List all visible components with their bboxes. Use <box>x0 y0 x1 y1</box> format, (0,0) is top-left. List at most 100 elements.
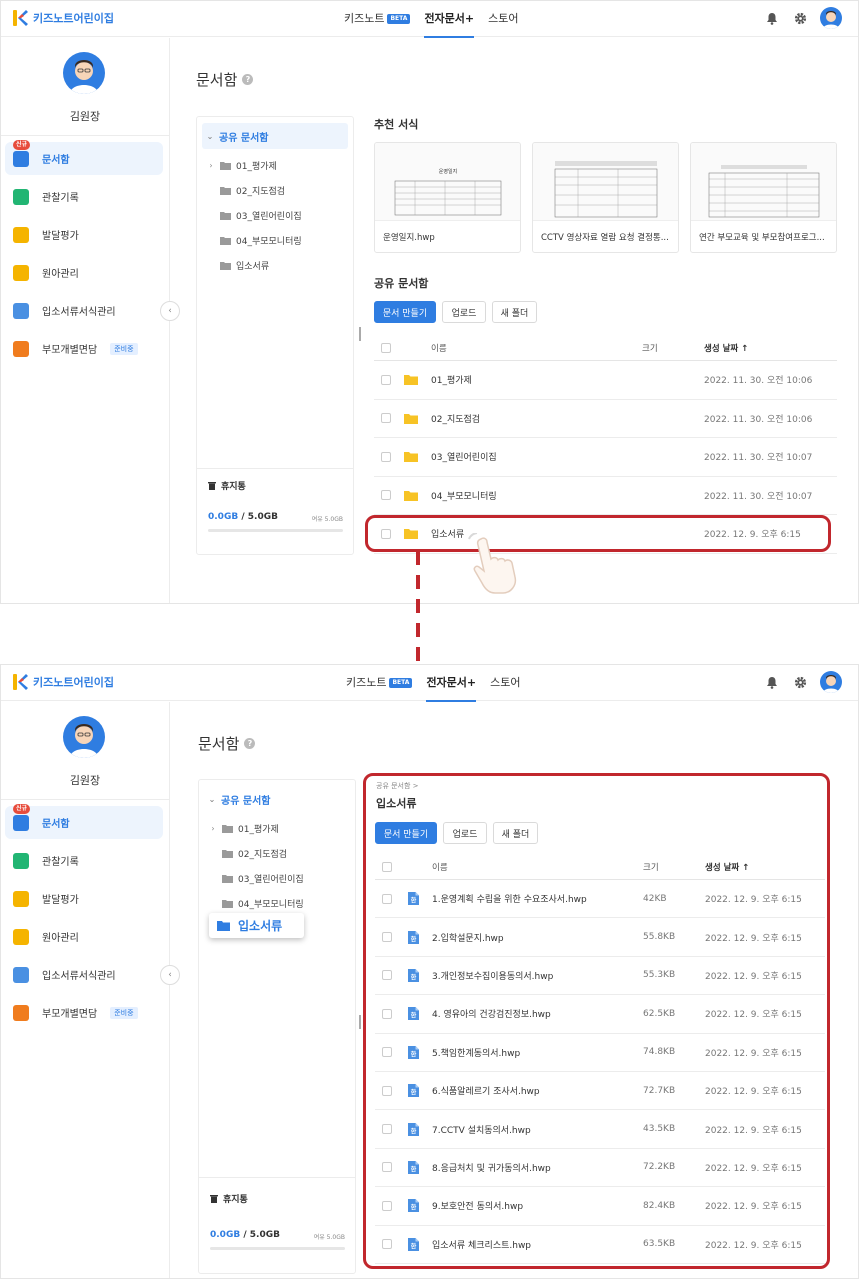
sidebar-item-observation[interactable]: 관찰기록 <box>5 844 163 877</box>
row-checkbox[interactable] <box>382 970 392 981</box>
file-row[interactable]: 한 5.책임한계동의서.hwp 74.8KB 2022. 12. 9. 오후 6:15 <box>375 1034 825 1072</box>
select-all-checkbox[interactable] <box>382 862 392 872</box>
column-date[interactable]: 생성 날짜 ↑ <box>705 855 749 879</box>
help-icon[interactable]: ? <box>242 74 254 85</box>
document-box-icon <box>13 150 29 167</box>
user-avatar[interactable] <box>820 671 842 693</box>
gear-icon[interactable] <box>792 674 808 690</box>
sidebar-item-development[interactable]: 발달평가 <box>5 882 163 915</box>
sidebar-item-children[interactable]: 원아관리 <box>5 256 163 289</box>
column-name[interactable]: 이름 <box>431 336 447 360</box>
folder-tree: ⌄ 공유 문서함 › 01_평가제 02_지도점검 03_열린어린이집 04_부모모… <box>196 116 354 555</box>
help-icon[interactable]: ? <box>244 738 256 749</box>
tree-item[interactable]: › 01_평가제 <box>199 816 355 841</box>
folder-row[interactable]: 03_열린어린이집 2022. 11. 30. 오전 10:07 <box>374 438 837 477</box>
upload-button[interactable]: 업로드 <box>443 822 487 844</box>
sidebar-collapse-button[interactable]: ‹ <box>160 965 180 985</box>
tree-item[interactable]: 입소서류 <box>197 253 353 278</box>
new-badge: 신규 <box>13 804 31 814</box>
resize-handle[interactable] <box>359 327 361 341</box>
row-checkbox[interactable] <box>382 1085 392 1096</box>
row-checkbox[interactable] <box>381 374 391 385</box>
row-checkbox[interactable] <box>382 1008 392 1019</box>
row-checkbox[interactable] <box>381 413 391 424</box>
sidebar-item-children[interactable]: 원아관리 <box>5 920 163 953</box>
sidebar-item-parent-meeting[interactable]: 부모개별면담 준비중 <box>5 996 163 1029</box>
resize-handle[interactable] <box>359 1015 361 1029</box>
gear-icon[interactable] <box>792 10 808 26</box>
tree-item[interactable]: 03_열린어린이집 <box>199 866 355 891</box>
nav-kidsnote[interactable]: 키즈노트 BETA <box>346 665 413 701</box>
tree-root-shared[interactable]: ⌄ 공유 문서함 <box>202 123 348 149</box>
new-folder-button[interactable]: 새 폴더 <box>492 301 537 323</box>
template-card[interactable]: 운영일지 운영일지.hwp <box>374 142 521 253</box>
breadcrumb[interactable]: 공유 문서함 > <box>376 781 419 791</box>
nav-store[interactable]: 스토어 <box>490 665 520 701</box>
bell-icon[interactable] <box>764 10 780 26</box>
row-checkbox[interactable] <box>382 1239 392 1250</box>
template-card[interactable]: CCTV 영상자료 열람 요청 결정통... <box>532 142 679 253</box>
trash-button[interactable]: 휴지통 <box>210 1192 248 1205</box>
column-name[interactable]: 이름 <box>432 855 448 879</box>
file-row[interactable]: 한 2.입학설문지.hwp 55.8KB 2022. 12. 9. 오후 6:15 <box>375 918 825 957</box>
sidebar-item-development[interactable]: 발달평가 <box>5 218 163 251</box>
file-row[interactable]: 한 7.CCTV 설치동의서.hwp 43.5KB 2022. 12. 9. 오후 6… <box>375 1110 825 1149</box>
nav-kidsnote[interactable]: 키즈노트 BETA <box>344 1 411 37</box>
file-row[interactable]: 한 4. 영유아의 건강검진정보.hwp 62.5KB 2022. 12. 9. 오후… <box>375 995 825 1034</box>
user-avatar[interactable] <box>820 7 842 29</box>
sidebar-item-admission-forms[interactable]: 입소서류서식관리 <box>5 958 163 991</box>
folder-row[interactable]: 02_지도점검 2022. 11. 30. 오전 10:06 <box>374 400 837 438</box>
file-row[interactable]: 한 8.응급처치 및 귀가동의서.hwp 72.2KB 2022. 12. 9. 오후… <box>375 1149 825 1188</box>
file-row[interactable]: 한 3.개인정보수집이용동의서.hwp 55.3KB 2022. 12. 9. 오후 … <box>375 957 825 996</box>
nav-edoc[interactable]: 전자문서+ <box>424 1 474 38</box>
row-checkbox[interactable] <box>382 932 392 943</box>
row-checkbox[interactable] <box>382 1047 392 1058</box>
row-checkbox[interactable] <box>382 1162 392 1173</box>
row-checkbox[interactable] <box>382 893 392 904</box>
tree-item[interactable]: › 01_평가제 <box>197 153 353 178</box>
row-checkbox[interactable] <box>381 528 391 539</box>
trash-button[interactable]: 휴지통 <box>208 479 246 492</box>
new-folder-button[interactable]: 새 폴더 <box>493 822 538 844</box>
file-table: 이름 크기 생성 날짜 ↑ 01_평가제 2022. 11. 30. 오전 10:… <box>374 336 837 554</box>
sidebar-collapse-button[interactable]: ‹ <box>160 301 180 321</box>
folder-row[interactable]: 입소서류 2022. 12. 9. 오후 6:15 <box>374 515 837 554</box>
app-logo[interactable]: 키즈노트어린이집 <box>13 674 114 690</box>
folder-icon <box>404 413 418 424</box>
file-row[interactable]: 한 6.식품알레르기 조사서.hwp 72.7KB 2022. 12. 9. 오후 6… <box>375 1072 825 1111</box>
tree-item[interactable]: 02_지도점검 <box>197 178 353 203</box>
upload-button[interactable]: 업로드 <box>442 301 486 323</box>
row-size: 63.5KB <box>643 1239 676 1250</box>
nav-edoc[interactable]: 전자문서+ <box>426 665 476 702</box>
file-row[interactable]: 한 1.운영계획 수립을 위한 수요조사서.hwp 42KB 2022. 12. 9.… <box>375 880 825 919</box>
column-date[interactable]: 생성 날짜 ↑ <box>704 336 748 360</box>
folder-icon <box>404 451 418 463</box>
tree-item[interactable]: 04_부모모니터링 <box>197 228 353 253</box>
template-card[interactable]: 연간 부모교육 및 부모참여프로그... <box>690 142 837 253</box>
tree-item[interactable]: 03_열린어린이집 <box>197 203 353 228</box>
create-document-button[interactable]: 문서 만들기 <box>375 822 437 844</box>
sidebar-item-observation[interactable]: 관찰기록 <box>5 180 163 213</box>
file-row[interactable]: 한 9.보호안전 동의서.hwp 82.4KB 2022. 12. 9. 오후 6:1… <box>375 1187 825 1226</box>
row-checkbox[interactable] <box>381 451 391 462</box>
create-document-button[interactable]: 문서 만들기 <box>374 301 436 323</box>
folder-row[interactable]: 01_평가제 2022. 11. 30. 오전 10:06 <box>374 361 837 400</box>
row-checkbox[interactable] <box>382 1200 392 1211</box>
row-checkbox[interactable] <box>382 1124 392 1135</box>
bell-icon[interactable] <box>764 674 780 690</box>
folder-row[interactable]: 04_부모모니터링 2022. 11. 30. 오전 10:07 <box>374 477 837 515</box>
tree-root-shared[interactable]: ⌄ 공유 문서함 <box>204 786 350 812</box>
file-row[interactable]: 한 입소서류 체크리스트.hwp 63.5KB 2022. 12. 9. 오후 6:1… <box>375 1226 825 1264</box>
row-checkbox[interactable] <box>381 490 391 501</box>
app-logo[interactable]: 키즈노트어린이집 <box>13 10 114 26</box>
sidebar-item-admission-forms[interactable]: 입소서류서식관리 <box>5 294 163 327</box>
column-size[interactable]: 크기 <box>642 336 658 360</box>
select-all-checkbox[interactable] <box>381 343 391 353</box>
tree-item[interactable]: 02_지도점검 <box>199 841 355 866</box>
sidebar-item-docs[interactable]: 신규 문서함 <box>5 804 163 839</box>
nav-store[interactable]: 스토어 <box>488 1 518 37</box>
sidebar-item-docs[interactable]: 신규 문서함 <box>5 140 163 175</box>
sidebar-item-parent-meeting[interactable]: 부모개별면담 준비중 <box>5 332 163 365</box>
column-size[interactable]: 크기 <box>643 855 659 879</box>
row-date: 2022. 11. 30. 오전 10:07 <box>704 453 813 464</box>
